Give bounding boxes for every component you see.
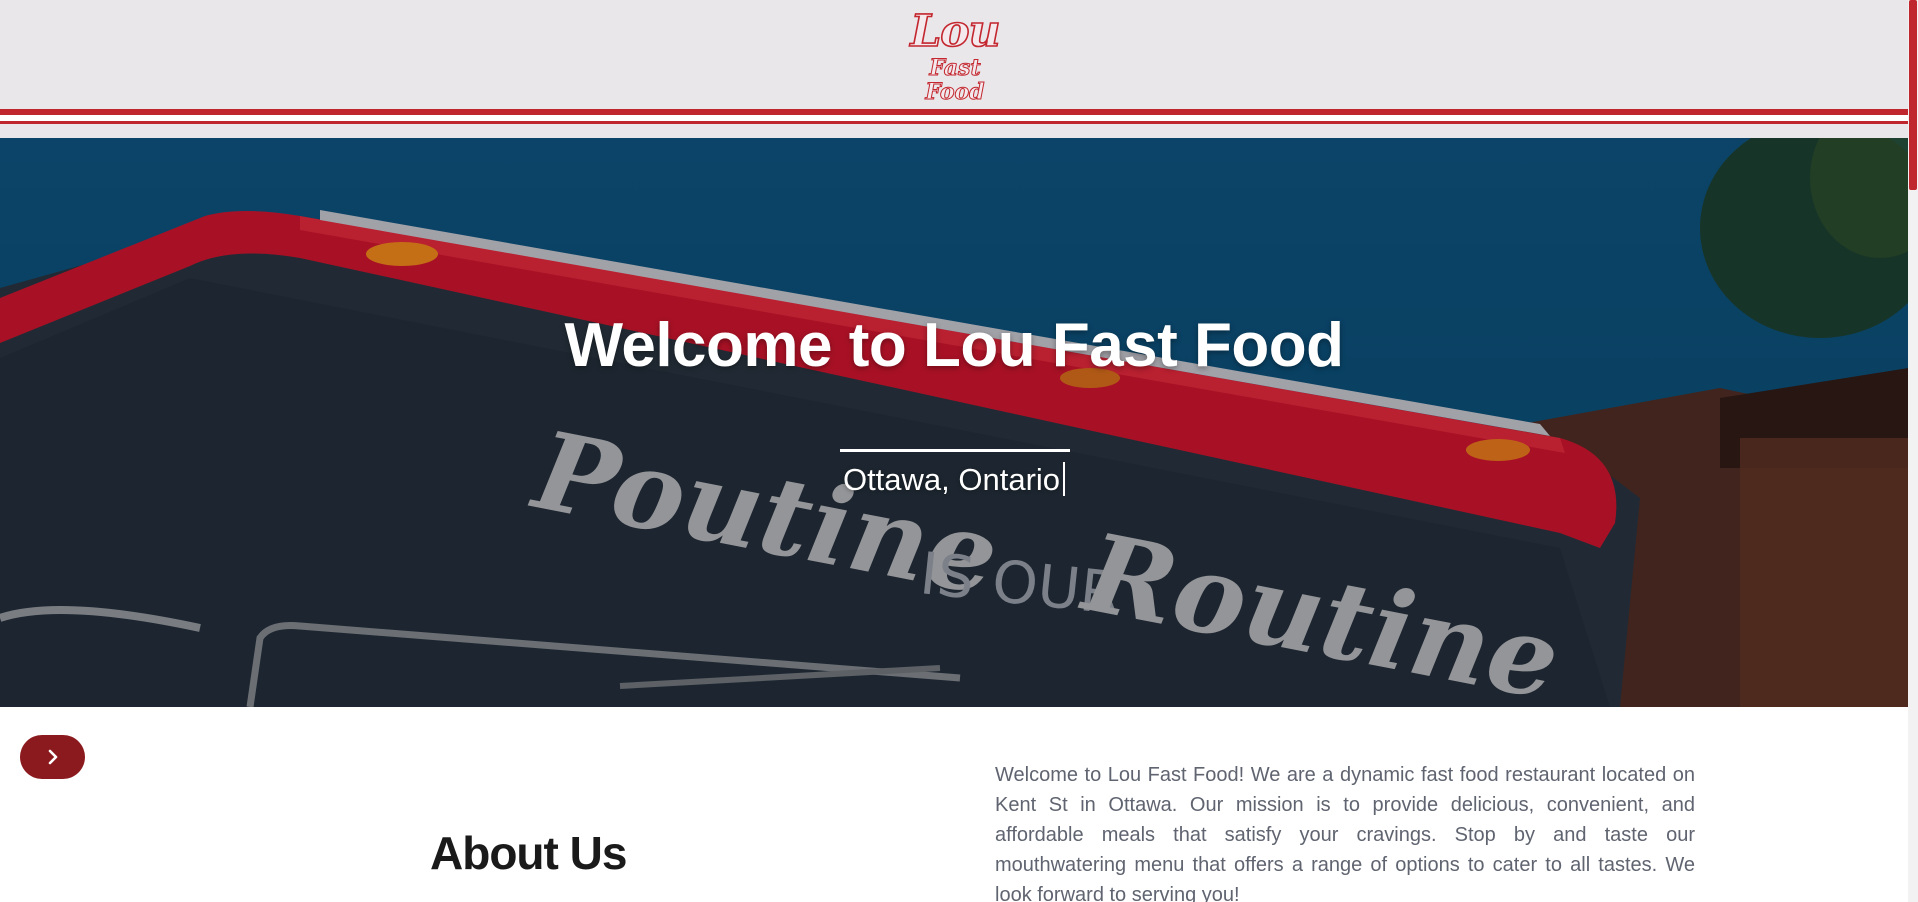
hero-overlay [0, 138, 1908, 707]
page-scrollbar-thumb[interactable] [1909, 0, 1917, 190]
logo-sub-text: Fast Food [925, 55, 985, 105]
about-body: Welcome to Lou Fast Food! We are a dynam… [995, 764, 1695, 902]
hero-subtitle-wrap: Ottawa, Ontario [0, 460, 1908, 500]
about-heading: About Us [430, 827, 627, 879]
header-band [0, 124, 1908, 138]
typing-caret [1063, 462, 1066, 496]
hero-banner: Poutine IS OUR Routine Welcome to Lou Fa… [0, 138, 1908, 707]
hero-divider [840, 449, 1070, 452]
chevron-right-icon [48, 749, 57, 765]
hero-title: Welcome to Lou Fast Food [564, 311, 1344, 380]
header-stripe-bottom [0, 121, 1908, 124]
site-logo[interactable]: Lou Fast Food [898, 6, 1012, 105]
header-stripe-top [0, 109, 1908, 115]
next-button[interactable] [20, 735, 85, 779]
hero-subtitle: Ottawa, Ontario [842, 462, 1061, 497]
logo-main-text: Lou [910, 6, 1002, 57]
site-header: Lou Fast Food [0, 0, 1908, 110]
